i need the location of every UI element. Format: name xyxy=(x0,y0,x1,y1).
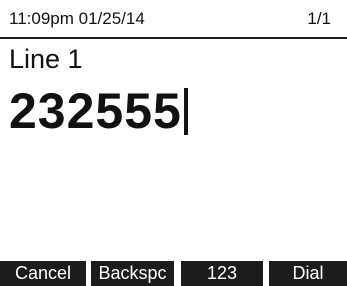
page-indicator: 1/1 xyxy=(307,9,331,28)
softkey-bar: Cancel Backspc 123 Dial xyxy=(0,261,347,286)
backspace-softkey[interactable]: Backspc xyxy=(91,261,174,286)
text-cursor xyxy=(183,87,188,135)
status-datetime: 11:09pm 01/25/14 xyxy=(9,9,145,28)
dial-softkey[interactable]: Dial xyxy=(269,261,347,286)
dialed-number: 232555 xyxy=(9,83,182,139)
cancel-softkey[interactable]: Cancel xyxy=(0,261,86,286)
phone-screen: 11:09pm 01/25/14 1/1 Line 1 232555 Cance… xyxy=(0,0,347,286)
input-mode-softkey[interactable]: 123 xyxy=(181,261,263,286)
line-label: Line 1 xyxy=(9,44,83,74)
dial-entry[interactable]: 232555 xyxy=(9,82,188,140)
status-bar: 11:09pm 01/25/14 1/1 xyxy=(0,0,347,39)
